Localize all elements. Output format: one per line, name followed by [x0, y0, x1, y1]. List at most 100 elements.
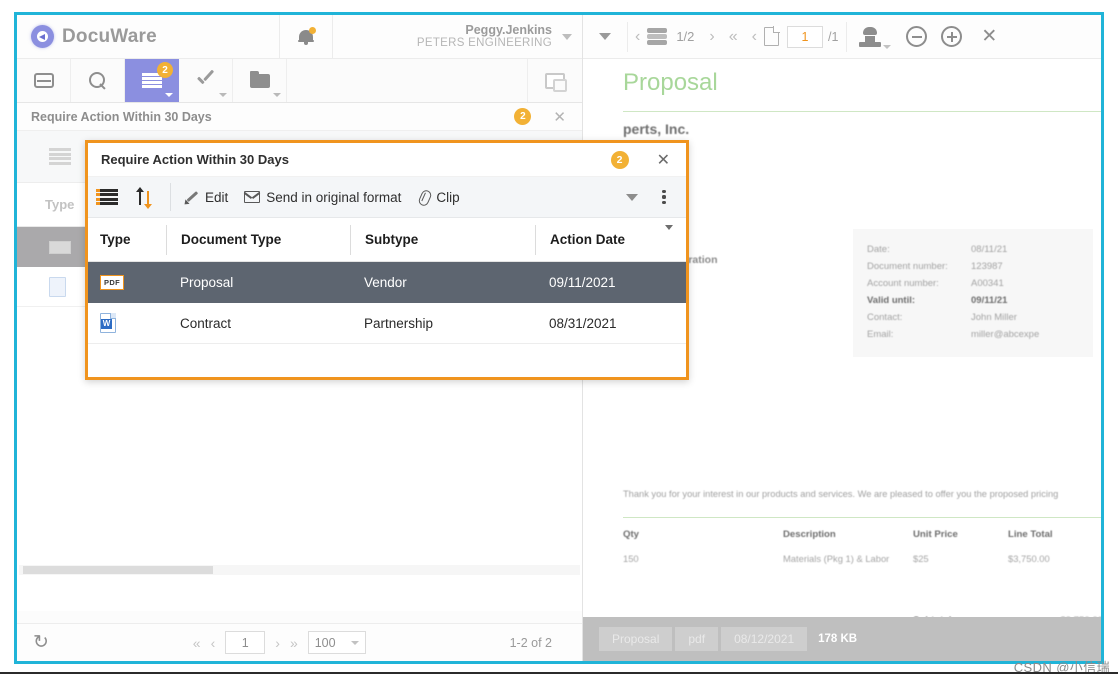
pdf-file-icon: PDF	[100, 275, 124, 290]
dialog-toolbar: Edit Send in original format Clip	[88, 177, 686, 218]
list-view-button[interactable]	[88, 189, 126, 206]
status-file-format: pdf	[675, 627, 718, 651]
page-size-select[interactable]: 100	[308, 631, 366, 654]
sort-caret-icon[interactable]	[665, 225, 673, 230]
close-icon[interactable]: ✕	[553, 108, 566, 126]
chevron-down-icon	[219, 93, 227, 97]
zoom-out-button[interactable]	[899, 15, 934, 59]
zoom-in-button[interactable]	[934, 15, 969, 59]
document-line-table: Qty Description Unit Price Line Total 15…	[623, 529, 1101, 564]
edit-button[interactable]: Edit	[177, 177, 236, 218]
line-column-qty: Qty	[623, 529, 783, 540]
page-total-label: /1	[823, 30, 838, 44]
first-page-icon[interactable]: «	[193, 635, 201, 651]
list-view-icon	[49, 148, 71, 165]
toolbar-item-display[interactable]	[528, 59, 582, 102]
line-column-description: Description	[783, 529, 913, 540]
close-icon: ✕	[981, 25, 997, 48]
meta-key: Email:	[867, 326, 971, 343]
status-document-type: Proposal	[599, 627, 672, 651]
meta-key: Account number:	[867, 275, 971, 292]
word-file-icon-label: W	[101, 319, 112, 329]
row-type-cell: W	[88, 313, 166, 334]
toolbar-item-lists[interactable]: 2	[125, 59, 179, 102]
line-table-header: Qty Description Unit Price Line Total	[623, 529, 1101, 540]
send-label: Send in original format	[266, 190, 401, 205]
toolbar-item-inbox[interactable]	[17, 59, 71, 102]
clip-label: Clip	[436, 190, 459, 205]
page-number-value: 1	[787, 26, 823, 48]
column-header-type[interactable]: Type	[88, 232, 166, 247]
previous-page-button[interactable]: ‹	[745, 15, 764, 59]
line-unit-price: $25	[913, 553, 1008, 564]
close-icon[interactable]: ✕	[657, 150, 670, 170]
chevron-down-icon	[883, 45, 891, 49]
row-subtype: Partnership	[350, 316, 535, 331]
more-options-button[interactable]	[648, 190, 680, 205]
pdf-file-icon	[49, 241, 71, 254]
pencil-icon	[185, 190, 199, 204]
viewer-menu-button[interactable]	[583, 15, 627, 59]
user-menu[interactable]: Peggy.Jenkins PETERS ENGINEERING	[333, 15, 582, 59]
brand-name: DocuWare	[62, 26, 157, 48]
list-view-icon	[96, 189, 118, 206]
edit-label: Edit	[205, 190, 228, 205]
last-page-icon[interactable]: »	[290, 635, 298, 651]
notifications-button[interactable]	[279, 15, 333, 59]
chevron-down-icon	[351, 641, 359, 645]
stamp-button[interactable]	[847, 15, 899, 59]
table-row[interactable]: PDF Proposal Vendor 09/11/2021	[88, 262, 686, 303]
line-description: Materials (Pkg 1) & Labor	[783, 553, 913, 564]
bottom-rule	[0, 672, 1118, 674]
scrollbar-thumb[interactable]	[23, 566, 213, 574]
column-header-subtype[interactable]: Subtype	[350, 225, 535, 255]
lists-badge: 2	[157, 62, 173, 78]
stamp-icon	[859, 27, 881, 47]
sort-button[interactable]	[126, 188, 164, 207]
refresh-icon[interactable]: ↻	[33, 631, 49, 654]
previous-page-icon[interactable]: ‹	[211, 635, 216, 651]
user-name: Peggy.Jenkins	[417, 23, 552, 37]
line-qty: 150	[623, 553, 783, 564]
status-file-size: 178 KB	[818, 633, 857, 645]
brand-bar: DocuWare Peggy.Jenkins PETERS ENGINEERIN…	[17, 15, 582, 59]
paperclip-icon	[417, 190, 430, 205]
meta-row: Contact: John Miller	[867, 309, 1083, 326]
table-row[interactable]: W Contract Partnership 08/31/2021	[88, 303, 686, 344]
next-document-icon: ›	[702, 28, 721, 46]
dialog-table: Type Document Type Subtype Action Date P…	[88, 218, 686, 356]
list-tab-bar: Require Action Within 30 Days 2 ✕	[17, 103, 582, 131]
chevron-down-icon	[626, 194, 638, 201]
word-file-icon	[49, 277, 66, 297]
meta-row: Email: miller@abcexpe	[867, 326, 1083, 343]
document-stack-button[interactable]	[647, 15, 668, 59]
meta-row: Account number: A00341	[867, 275, 1083, 292]
page-size-value: 100	[315, 636, 336, 650]
toolbar-item-file-cabinets[interactable]	[233, 59, 287, 102]
meta-value: 08/11/21	[971, 241, 1007, 258]
status-date: 08/12/2021	[721, 627, 807, 651]
next-document-button[interactable]: ›	[702, 15, 721, 59]
horizontal-scrollbar[interactable]	[19, 565, 580, 575]
page-number-input[interactable]: 1	[225, 631, 265, 654]
close-viewer-button[interactable]: ✕	[969, 15, 1009, 59]
column-header-document-type[interactable]: Document Type	[166, 225, 350, 255]
column-header-action-date[interactable]: Action Date	[535, 225, 685, 255]
first-page-button[interactable]: «	[722, 15, 745, 59]
clip-button[interactable]: Clip	[409, 177, 467, 218]
zoom-out-icon	[906, 26, 927, 47]
toolbar-item-search[interactable]	[71, 59, 125, 102]
page-number-field[interactable]: 1	[779, 15, 823, 59]
brand-logo[interactable]: DocuWare	[17, 25, 279, 48]
previous-document-icon: ‹	[628, 28, 647, 46]
toolbar-overflow-button[interactable]	[616, 194, 648, 201]
toolbar-item-tasks[interactable]	[179, 59, 233, 102]
send-original-format-button[interactable]: Send in original format	[236, 177, 409, 218]
more-vertical-icon	[662, 190, 665, 193]
application-window: DocuWare Peggy.Jenkins PETERS ENGINEERIN…	[14, 12, 1104, 664]
next-page-icon[interactable]: ›	[275, 635, 280, 651]
list-tab-title[interactable]: Require Action Within 30 Days	[17, 110, 514, 124]
previous-document-button[interactable]: ‹	[628, 15, 647, 59]
page-button[interactable]	[764, 15, 779, 59]
chevron-down-icon	[273, 93, 281, 97]
